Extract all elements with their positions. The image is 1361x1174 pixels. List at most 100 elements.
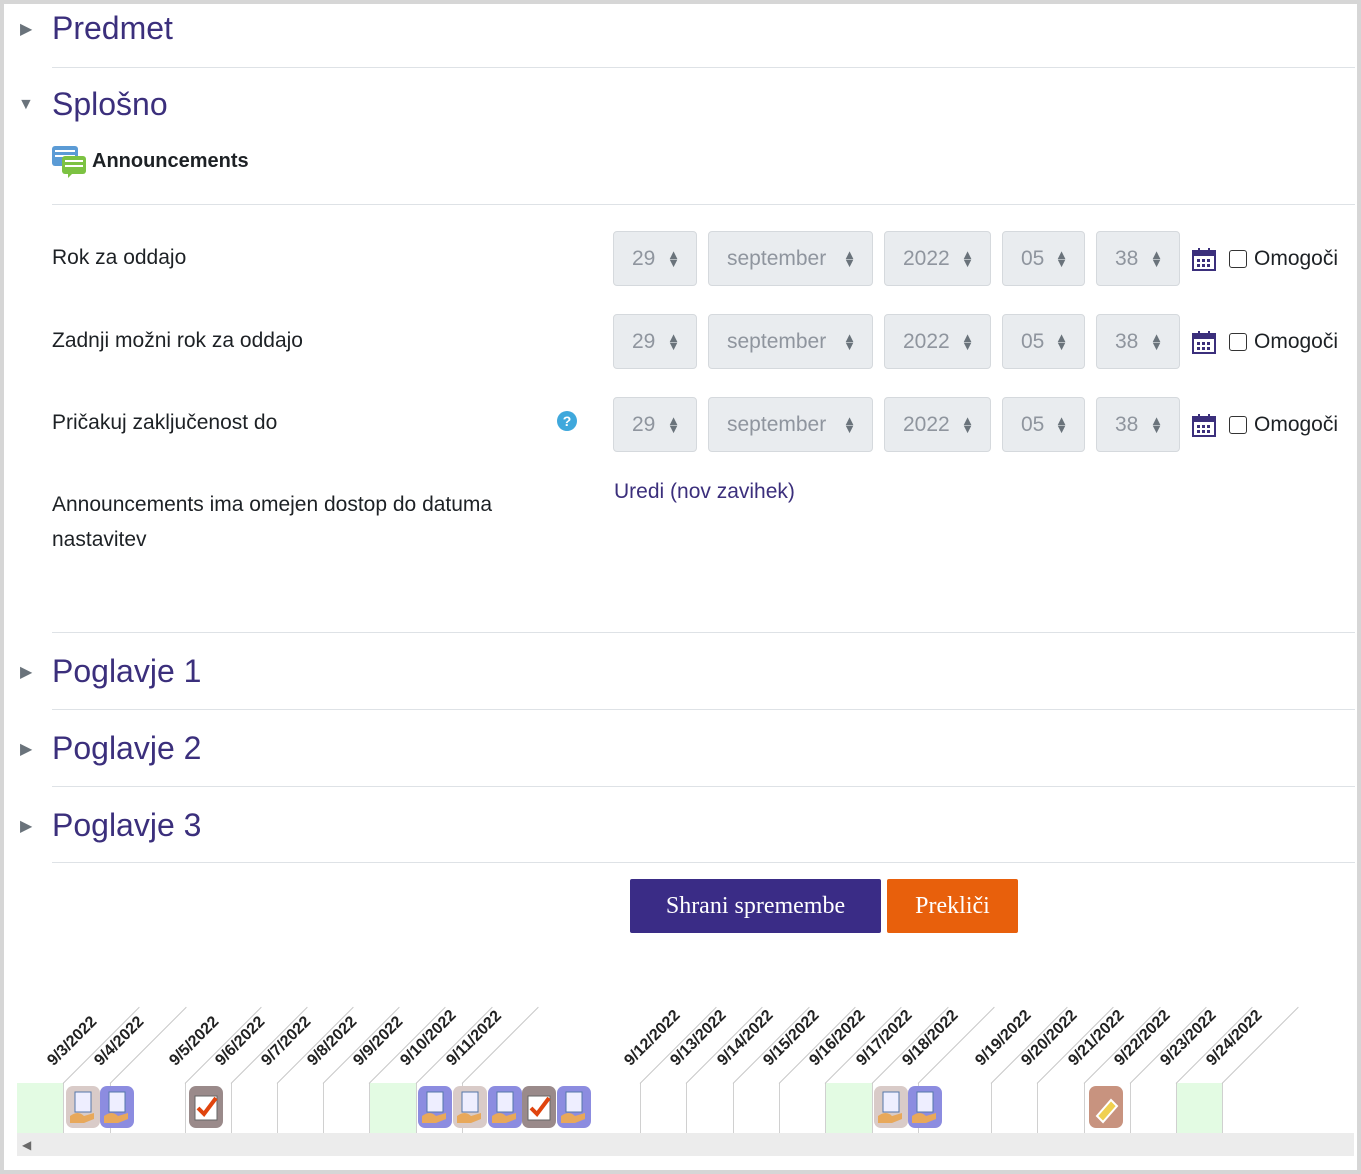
- divider: [52, 204, 1355, 205]
- section-title[interactable]: Poglavje 2: [52, 730, 201, 767]
- completion-date-label: Pričakuj zaključenost do: [52, 411, 278, 434]
- year-select[interactable]: 2022 ▲ ▼: [884, 397, 991, 452]
- horizontal-scrollbar[interactable]: [17, 1133, 1354, 1156]
- sort-arrows-icon: ▲ ▼: [961, 329, 974, 353]
- weekend-band: [17, 1083, 63, 1133]
- cutoff-date-selector: 29 ▲ ▼ september ▲ ▼ 2022 ▲ ▼ 05 ▲ ▼ 38 ▲ ▼ Omogoč…: [613, 314, 1338, 369]
- enable-checkbox[interactable]: [1229, 249, 1247, 268]
- timeline-column: [1222, 1083, 1223, 1133]
- minute-select[interactable]: 38 ▲ ▼: [1096, 231, 1180, 286]
- section-title[interactable]: Predmet: [52, 10, 173, 47]
- assignment-icon[interactable]: [488, 1086, 522, 1128]
- enable-label[interactable]: Omogoči: [1254, 330, 1338, 354]
- enable-checkbox[interactable]: [1229, 415, 1247, 434]
- forum-icon: [52, 146, 86, 178]
- due-date-label: Rok za oddajo: [52, 246, 187, 269]
- assignment-icon[interactable]: [908, 1086, 942, 1128]
- sort-arrows-icon: ▲ ▼: [667, 412, 680, 436]
- section-predmet[interactable]: ▶ Predmet: [20, 10, 173, 47]
- divider: [52, 709, 1355, 710]
- divider: [52, 632, 1355, 633]
- hour-select[interactable]: 05 ▲ ▼: [1002, 314, 1085, 369]
- section-title[interactable]: Poglavje 1: [52, 653, 201, 690]
- section-poglavje-2[interactable]: ▶ Poglavje 2: [20, 730, 201, 767]
- assignment-icon[interactable]: [66, 1086, 100, 1128]
- sort-arrows-icon: ▲ ▼: [1055, 246, 1068, 270]
- sort-arrows-icon: ▲ ▼: [843, 329, 856, 353]
- minute-select[interactable]: 38 ▲ ▼: [1096, 314, 1180, 369]
- section-poglavje-3[interactable]: ▶ Poglavje 3: [20, 807, 201, 844]
- chevron-right-icon[interactable]: ▶: [20, 816, 52, 836]
- checkbox-icon[interactable]: [522, 1086, 556, 1128]
- timeline-column: [231, 1083, 232, 1133]
- timeline-column: [277, 1083, 278, 1133]
- assignment-icon[interactable]: [100, 1086, 134, 1128]
- section-title[interactable]: Poglavje 3: [52, 807, 201, 844]
- cancel-button[interactable]: Prekliči: [887, 879, 1018, 933]
- divider: [52, 862, 1355, 863]
- calendar-icon[interactable]: [1191, 246, 1217, 272]
- timeline-column: [323, 1083, 324, 1133]
- chevron-down-icon[interactable]: ▼: [18, 96, 52, 114]
- tag-icon[interactable]: [1089, 1086, 1123, 1128]
- timeline-column: [872, 1083, 873, 1133]
- timeline-column: [63, 1083, 64, 1133]
- timeline-column: [1037, 1083, 1038, 1133]
- activity-name[interactable]: Announcements: [92, 150, 249, 173]
- calendar-icon[interactable]: [1191, 329, 1217, 355]
- timeline-column: [1130, 1083, 1131, 1133]
- section-title[interactable]: Splošno: [52, 86, 168, 123]
- calendar-icon[interactable]: [1191, 412, 1217, 438]
- sort-arrows-icon: ▲ ▼: [1150, 412, 1163, 436]
- enable-checkbox[interactable]: [1229, 332, 1247, 351]
- timeline-column: [825, 1083, 826, 1133]
- completion-date-selector: 29 ▲ ▼ september ▲ ▼ 2022 ▲ ▼ 05 ▲ ▼ 38 ▲ ▼ Omogoč…: [613, 397, 1338, 452]
- timeline-column: [733, 1083, 734, 1133]
- assignment-icon[interactable]: [557, 1086, 591, 1128]
- hour-select[interactable]: 05 ▲ ▼: [1002, 231, 1085, 286]
- timeline-column: [185, 1083, 186, 1133]
- chevron-right-icon[interactable]: ▶: [20, 739, 52, 759]
- help-icon[interactable]: ?: [557, 411, 577, 431]
- chevron-right-icon[interactable]: ▶: [20, 19, 52, 39]
- sort-arrows-icon: ▲ ▼: [1150, 246, 1163, 270]
- timeline-column: [1084, 1083, 1085, 1133]
- divider: [52, 67, 1355, 68]
- timeline-column: [686, 1083, 687, 1133]
- section-splosno[interactable]: ▼ Splošno: [18, 86, 168, 123]
- divider: [52, 786, 1355, 787]
- assignment-icon[interactable]: [874, 1086, 908, 1128]
- weekend-band: [825, 1083, 872, 1133]
- sort-arrows-icon: ▲ ▼: [667, 329, 680, 353]
- month-select[interactable]: september ▲ ▼: [708, 231, 873, 286]
- day-select[interactable]: 29 ▲ ▼: [613, 231, 697, 286]
- restriction-label: Announcements ima omejen dostop do datum…: [52, 493, 493, 551]
- assignment-icon[interactable]: [453, 1086, 487, 1128]
- section-poglavje-1[interactable]: ▶ Poglavje 1: [20, 653, 201, 690]
- assignment-icon[interactable]: [418, 1086, 452, 1128]
- minute-select[interactable]: 38 ▲ ▼: [1096, 397, 1180, 452]
- edit-link[interactable]: Uredi (nov zavihek): [614, 480, 795, 504]
- timeline-column: [779, 1083, 780, 1133]
- month-select[interactable]: september ▲ ▼: [708, 314, 873, 369]
- due-date-selector: 29 ▲ ▼ september ▲ ▼ 2022 ▲ ▼ 05 ▲ ▼ 38 ▲ ▼ Omogoč…: [613, 231, 1338, 286]
- enable-label[interactable]: Omogoči: [1254, 413, 1338, 437]
- sort-arrows-icon: ▲ ▼: [843, 246, 856, 270]
- timeline-column: [369, 1083, 370, 1133]
- sort-arrows-icon: ▲ ▼: [961, 246, 974, 270]
- year-select[interactable]: 2022 ▲ ▼: [884, 231, 991, 286]
- enable-label[interactable]: Omogoči: [1254, 247, 1338, 271]
- year-select[interactable]: 2022 ▲ ▼: [884, 314, 991, 369]
- checkbox-icon[interactable]: [189, 1086, 223, 1128]
- activity-announcements[interactable]: Announcements: [52, 144, 249, 178]
- day-select[interactable]: 29 ▲ ▼: [613, 314, 697, 369]
- hour-select[interactable]: 05 ▲ ▼: [1002, 397, 1085, 452]
- scroll-left-icon[interactable]: ◀: [22, 1138, 31, 1152]
- timeline-column: [640, 1083, 641, 1133]
- chevron-right-icon[interactable]: ▶: [20, 662, 52, 682]
- sort-arrows-icon: ▲ ▼: [1055, 329, 1068, 353]
- save-button[interactable]: Shrani spremembe: [630, 879, 881, 933]
- day-select[interactable]: 29 ▲ ▼: [613, 397, 697, 452]
- month-select[interactable]: september ▲ ▼: [708, 397, 873, 452]
- sort-arrows-icon: ▲ ▼: [961, 412, 974, 436]
